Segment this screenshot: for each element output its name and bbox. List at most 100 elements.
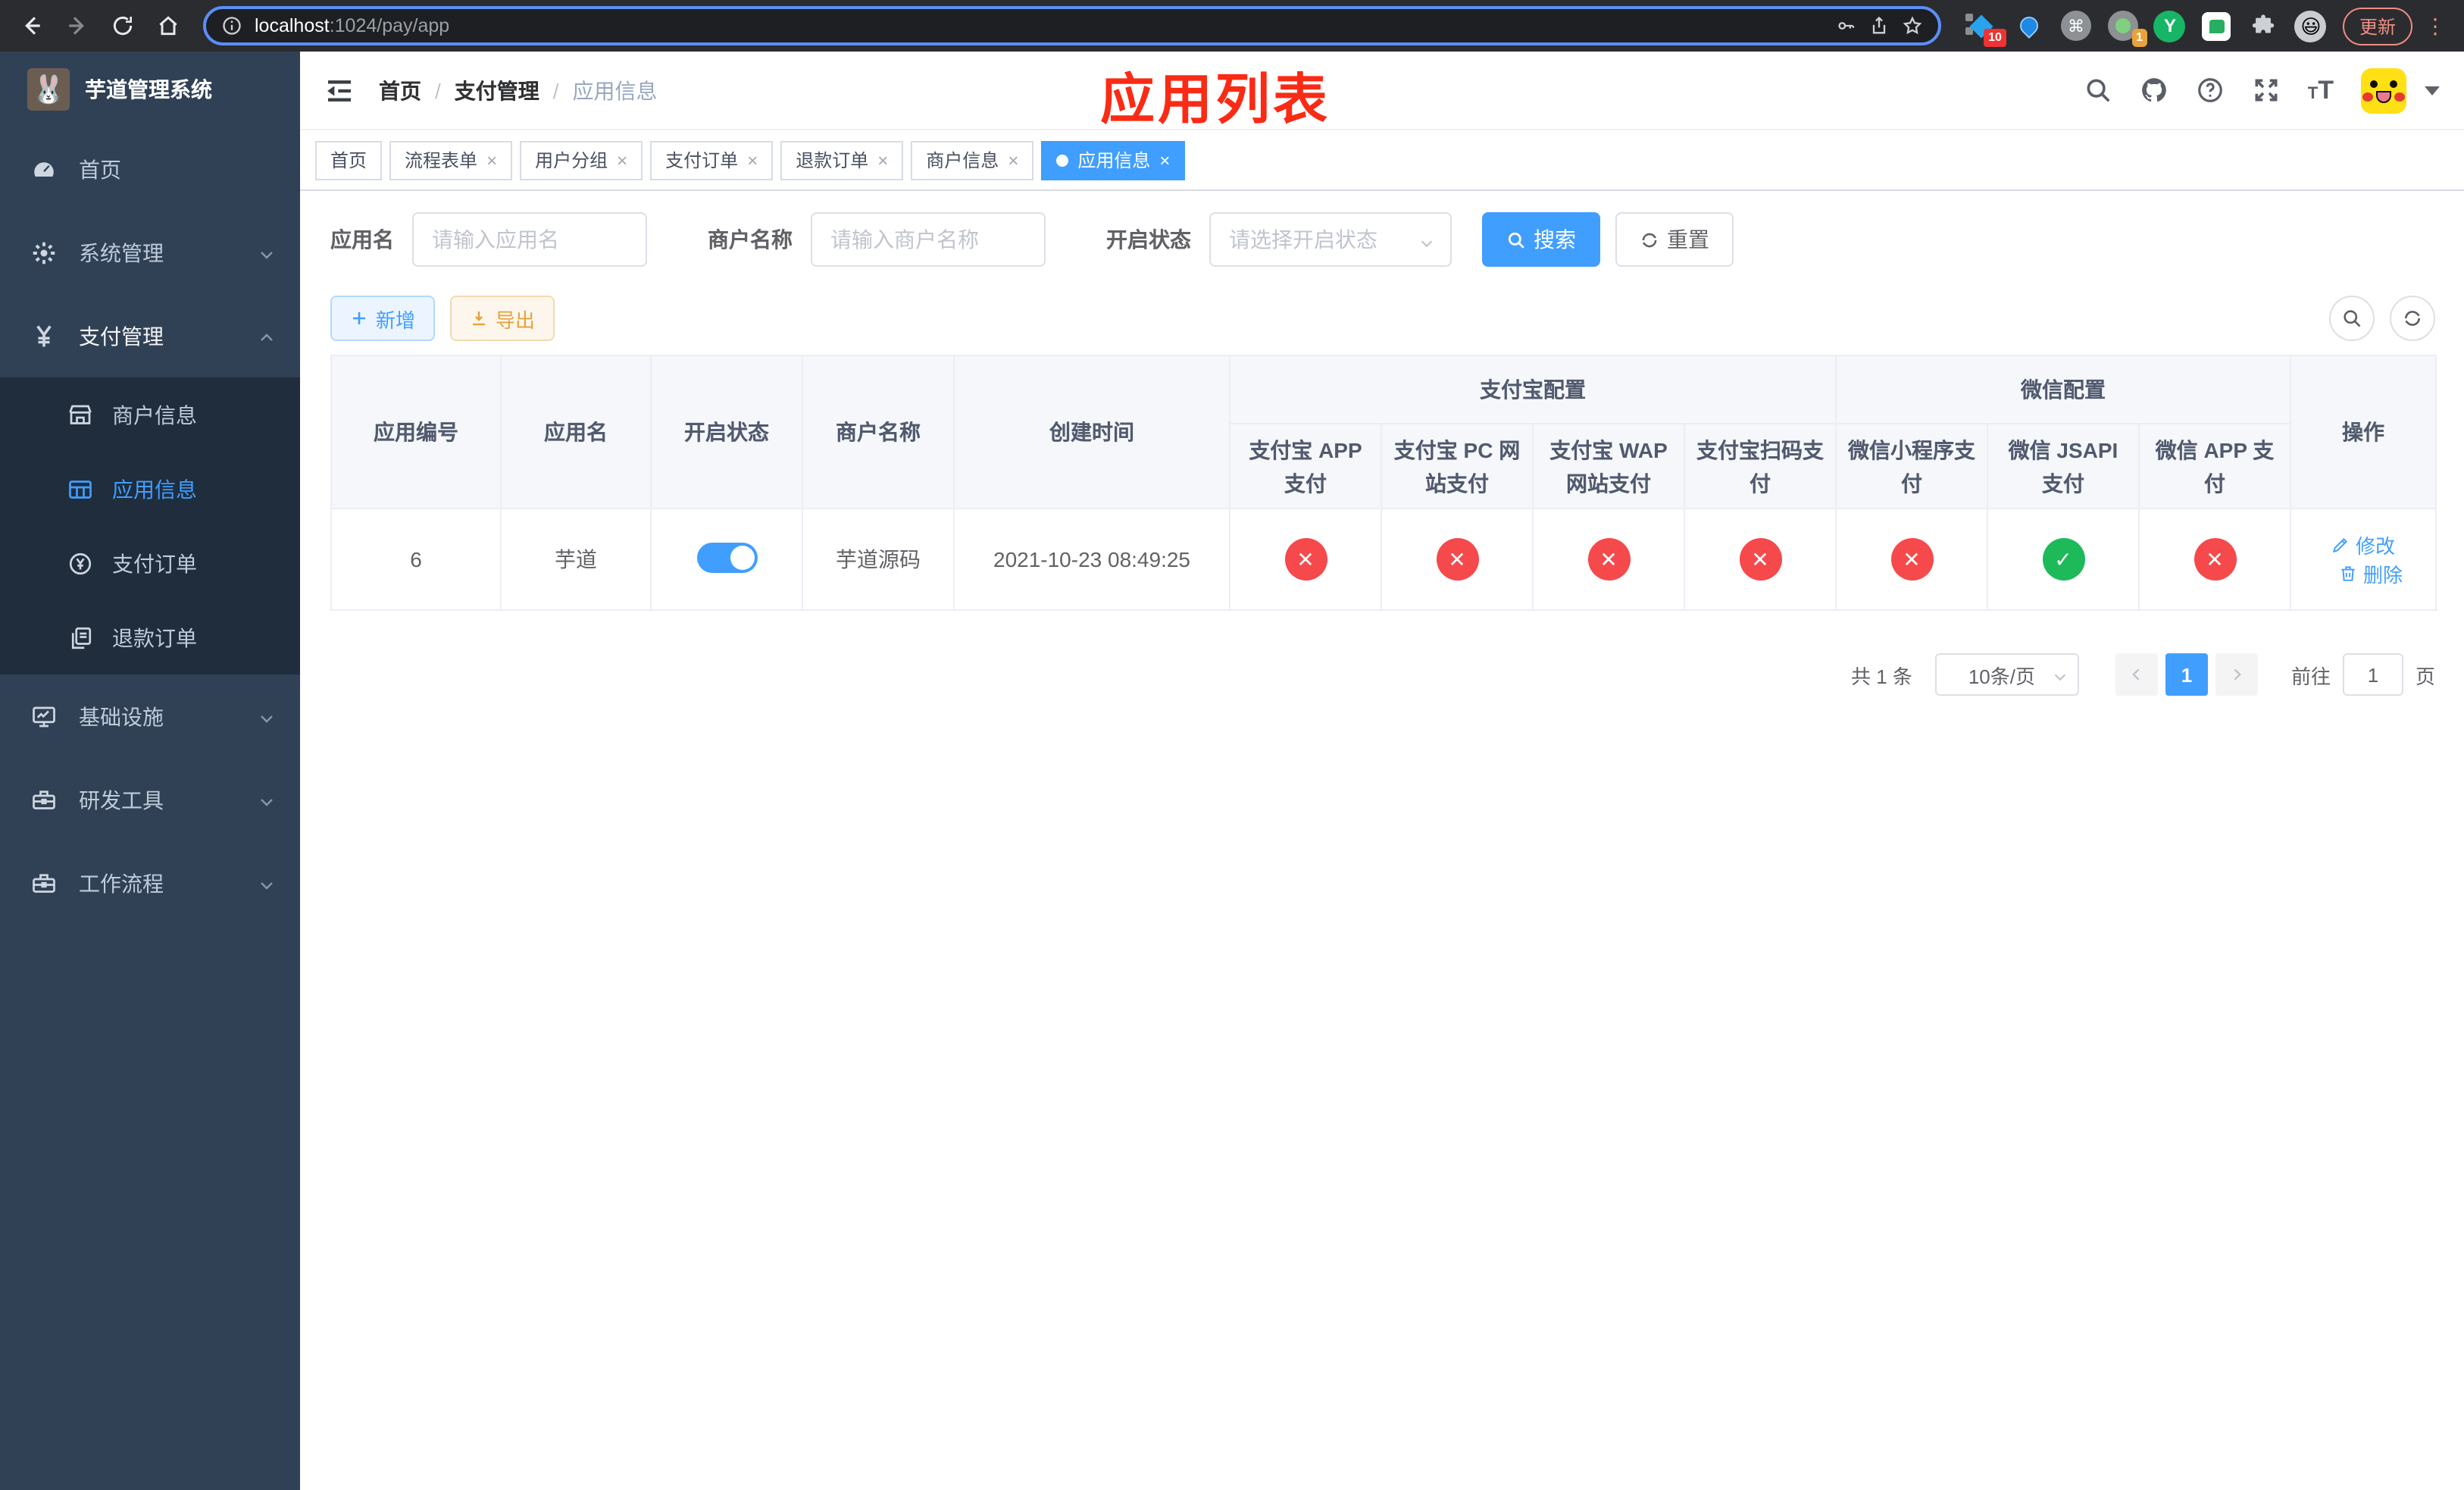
column-header: 商户名称: [802, 355, 955, 509]
status-select[interactable]: 请选择开启状态: [1209, 212, 1452, 267]
tab-close-icon[interactable]: ×: [877, 151, 888, 169]
grid-icon: [67, 475, 94, 502]
breadcrumb-item[interactable]: 首页: [379, 75, 421, 105]
sidebar-menu: 首页系统管理 支付管理 商户信息应用信息支付订单 退款订单 基础设施研发工具工作流程: [0, 127, 300, 925]
tab-close-icon[interactable]: ×: [486, 151, 497, 169]
sidebar-item-5[interactable]: 工作流程: [0, 841, 300, 925]
cell-pay-status: ✕: [1229, 508, 1382, 611]
extension-diamond-icon[interactable]: 10: [1965, 9, 2006, 47]
tab-close-icon[interactable]: ×: [1008, 151, 1018, 169]
total-count: 共 1 条: [1851, 665, 1912, 687]
tab-close-icon[interactable]: ×: [747, 151, 758, 169]
goto-label: 前往: [2290, 665, 2331, 687]
cell-app-name: 芋道: [500, 508, 652, 611]
sidebar-subitem-3[interactable]: 退款订单: [0, 600, 300, 675]
sidebar: 🐰 芋道管理系统 首页系统管理 支付管理 商户信息应用信息支付订单 退款订单 基础设施研…: [0, 52, 300, 1490]
sidebar-submenu: 商户信息应用信息支付订单 退款订单: [0, 377, 300, 675]
address-bar[interactable]: localhost:1024/pay/app: [203, 6, 1941, 45]
sidebar-item-3[interactable]: 基础设施: [0, 675, 300, 758]
active-dot: [1056, 154, 1069, 166]
sidebar-item-label: 工作流程: [79, 871, 164, 895]
tab-1[interactable]: 流程表单 ×: [389, 140, 513, 180]
tab-5[interactable]: 商户信息 ×: [911, 140, 1034, 180]
edit-link[interactable]: 修改: [2331, 531, 2395, 559]
search-icon[interactable]: [2084, 76, 2112, 105]
sidebar-subitem-1[interactable]: 应用信息: [0, 452, 300, 526]
refresh-table-button[interactable]: [2390, 296, 2435, 341]
share-icon[interactable]: [1868, 15, 1890, 36]
tab-0[interactable]: 首页: [315, 140, 383, 180]
extension-recorder-icon[interactable]: 1: [2106, 9, 2147, 47]
goto-page-input[interactable]: [2342, 653, 2403, 696]
reload-icon[interactable]: [103, 6, 142, 45]
show-search-button[interactable]: [2329, 296, 2375, 341]
extension-badge: 10: [1984, 29, 2006, 47]
sidebar-item-1[interactable]: 系统管理: [0, 211, 300, 294]
close-circle-icon: ✕: [1436, 538, 1478, 581]
avatar-caret-icon[interactable]: [2425, 86, 2440, 95]
sidebar-item-label: 首页: [79, 157, 121, 181]
extension-command-icon[interactable]: ⌘: [2059, 9, 2093, 42]
prev-page-button[interactable]: [2115, 653, 2158, 696]
back-icon[interactable]: [12, 6, 52, 45]
reset-button[interactable]: 重置: [1615, 212, 1734, 267]
pagination: 共 1 条 10条/页 1 前往 1 页: [330, 653, 2435, 696]
tab-close-icon[interactable]: ×: [617, 151, 627, 169]
extension-chat-icon[interactable]: [2200, 9, 2234, 42]
add-button[interactable]: 新增: [330, 296, 436, 341]
tab-2[interactable]: 用户分组 ×: [520, 140, 643, 180]
document-icon: [67, 624, 94, 651]
sidebar-subitem-0[interactable]: 商户信息: [0, 377, 300, 452]
extension-yudao-icon[interactable]: Y: [2153, 9, 2187, 42]
column-header: 微信 JSAPI 支付: [1987, 423, 2140, 509]
chevron-down-icon: [258, 790, 276, 809]
browser-menu-icon[interactable]: ⋮: [2419, 13, 2452, 39]
app-name-input[interactable]: [412, 212, 647, 267]
sidebar-subitem-2[interactable]: 支付订单: [0, 526, 300, 600]
fullscreen-icon[interactable]: [2252, 76, 2281, 105]
column-header: 支付宝 WAP 网站支付: [1532, 423, 1685, 509]
profile-avatar-icon[interactable]: 😃: [2294, 9, 2328, 42]
sidebar-item-label: 研发工具: [79, 787, 164, 812]
next-page-button[interactable]: [2215, 653, 2258, 696]
bookmark-star-icon[interactable]: [1902, 15, 1923, 36]
sidebar-item-2[interactable]: 支付管理: [0, 294, 300, 377]
app-logo[interactable]: 🐰 芋道管理系统: [0, 52, 300, 127]
tab-4[interactable]: 退款订单 ×: [780, 140, 904, 180]
group-header: 支付宝配置: [1229, 355, 1837, 424]
page-size-select[interactable]: 10条/页: [1934, 653, 2079, 696]
tags-view-bar: 首页 流程表单 × 用户分组 × 支付订单 × 退款订单 × 商户信息 × 应用信息 ×: [300, 130, 2464, 191]
status-toggle[interactable]: [696, 542, 757, 572]
chevron-down-icon: [258, 874, 276, 892]
sidebar-item-4[interactable]: 研发工具: [0, 758, 300, 841]
home-icon[interactable]: [149, 6, 188, 45]
forward-icon[interactable]: [58, 6, 97, 45]
github-icon[interactable]: [2140, 76, 2169, 105]
export-button[interactable]: 导出: [450, 296, 555, 341]
breadcrumb-item[interactable]: 支付管理: [455, 75, 539, 105]
cell-created: 2021-10-23 08:49:25: [953, 508, 1230, 611]
help-icon[interactable]: [2196, 76, 2225, 105]
url-text[interactable]: localhost:1024/pay/app: [255, 15, 1823, 36]
search-button[interactable]: 搜索: [1482, 212, 1600, 267]
extension-pin-icon[interactable]: [2012, 9, 2046, 42]
delete-link[interactable]: 删除: [2339, 559, 2403, 588]
breadcrumb-separator: /: [435, 78, 441, 102]
password-key-icon[interactable]: [1835, 15, 1856, 36]
browser-toolbar: localhost:1024/pay/app 10 ⌘ 1 Y 😃 更新 ⋮: [0, 0, 2464, 52]
cell-merchant: 芋道源码: [802, 508, 955, 611]
tab-3[interactable]: 支付订单 ×: [650, 140, 774, 180]
tab-6[interactable]: 应用信息 ×: [1041, 140, 1186, 180]
sidebar-item-0[interactable]: 首页: [0, 127, 300, 211]
page-number-button[interactable]: 1: [2165, 653, 2208, 696]
user-avatar[interactable]: [2361, 67, 2406, 113]
chrome-update-button[interactable]: 更新: [2342, 7, 2412, 45]
extensions-puzzle-icon[interactable]: [2247, 9, 2281, 42]
merchant-name-input[interactable]: [811, 212, 1046, 267]
tab-close-icon[interactable]: ×: [1159, 151, 1170, 169]
sidebar-subitem-label: 应用信息: [112, 477, 197, 501]
sidebar-collapse-icon[interactable]: [324, 75, 355, 105]
font-size-icon[interactable]: TT: [2308, 77, 2334, 103]
chevron-down-icon: [258, 707, 276, 725]
site-info-icon[interactable]: [221, 15, 242, 36]
